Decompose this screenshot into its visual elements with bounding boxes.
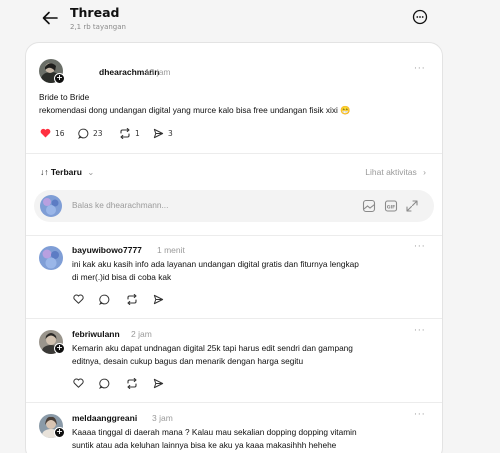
heart-filled-icon — [40, 128, 51, 138]
gif-icon[interactable]: GIF — [384, 199, 398, 213]
divider — [26, 402, 442, 403]
comment-button[interactable] — [99, 294, 110, 305]
repost-icon — [127, 294, 137, 305]
share-count: 3 — [168, 129, 173, 138]
page-title: Thread — [70, 5, 120, 20]
like-count: 16 — [55, 128, 65, 138]
post-time: 13 jam — [145, 67, 171, 77]
reply-placeholder: Balas ke dhearachmann... — [72, 200, 169, 210]
reply-input[interactable]: Balas ke dhearachmann... GIF — [34, 190, 434, 222]
reply-more-icon[interactable]: ··· — [414, 410, 426, 420]
send-icon — [153, 378, 164, 389]
expand-icon[interactable] — [405, 199, 419, 213]
reply-username[interactable]: meldaanggreani — [72, 413, 137, 423]
view-count: 2,1 rb tayangan — [70, 23, 126, 31]
more-options-circle-icon[interactable] — [412, 9, 428, 25]
like-button[interactable]: 16 — [40, 128, 65, 138]
activity-label: Lihat aktivitas — [365, 167, 417, 177]
share-button[interactable]: 3 — [153, 128, 173, 139]
avatar-photo-icon — [40, 195, 62, 217]
svg-text:GIF: GIF — [387, 204, 396, 210]
comment-button[interactable] — [99, 378, 110, 389]
repost-count: 1 — [135, 129, 140, 138]
thread-card: + dhearachmann 13 jam ··· Bride to Bride… — [25, 42, 443, 453]
reply-more-icon[interactable]: ··· — [414, 326, 426, 336]
reply-text-line2: suntik atau ada keluhan lainnya bisa ke … — [72, 440, 337, 450]
divider — [26, 235, 442, 236]
repost-button[interactable] — [126, 378, 138, 389]
reply-more-icon[interactable]: ··· — [414, 242, 426, 252]
divider — [26, 153, 442, 154]
reply-text-line1: Kaaaa tinggal di daerah mana ? Kalau mau… — [72, 427, 357, 437]
repost-button[interactable]: 1 — [119, 128, 140, 139]
back-arrow-icon[interactable] — [40, 8, 60, 28]
top-bar: Thread 2,1 rb tayangan — [0, 0, 500, 40]
reply-username[interactable]: bayuwibowo7777 — [72, 245, 142, 255]
share-button[interactable] — [153, 294, 164, 305]
repost-icon — [120, 128, 130, 139]
repost-icon — [127, 378, 137, 389]
reply-text-line1: Kemarin aku dapat undnagan digital 25k t… — [72, 343, 353, 353]
heart-icon — [73, 378, 84, 388]
reply-time: 1 menit — [157, 245, 185, 255]
reply-text-line2: di mer(.)id bisa di coba kak — [72, 272, 172, 282]
reply-username[interactable]: febriwulann — [72, 329, 120, 339]
comment-bubble-icon — [99, 378, 110, 389]
chevron-right-icon: › — [423, 167, 426, 177]
chevron-down-icon: ⌄ — [87, 167, 95, 177]
sort-dropdown[interactable]: ↓↑ Terbaru ⌄ — [40, 167, 94, 178]
reply-text-line2: editnya, desain cukup bagus dan menarik … — [72, 356, 304, 366]
image-icon[interactable] — [362, 199, 376, 213]
my-avatar — [40, 195, 62, 217]
heart-icon — [73, 294, 84, 304]
follow-plus-icon[interactable]: + — [54, 427, 65, 438]
avatar[interactable] — [39, 246, 63, 270]
follow-plus-icon[interactable]: + — [54, 343, 65, 354]
comment-bubble-icon — [99, 294, 110, 305]
repost-button[interactable] — [126, 294, 138, 305]
comment-count: 23 — [93, 129, 103, 138]
like-button[interactable] — [73, 378, 84, 388]
reply-text-line1: ini kak aku kasih info ada layanan undan… — [72, 259, 359, 269]
reply-time: 3 jam — [152, 413, 173, 423]
sort-icon: ↓↑ — [40, 167, 49, 177]
post-more-icon[interactable]: ··· — [414, 64, 426, 74]
share-button[interactable] — [153, 378, 164, 389]
post-text-line2: rekomendasi dong undangan digital yang m… — [39, 105, 351, 115]
send-icon — [153, 294, 164, 305]
view-activity-link[interactable]: Lihat aktivitas › — [365, 167, 426, 177]
post-text-line1: Bride to Bride — [39, 92, 90, 102]
divider — [26, 318, 442, 319]
reply-time: 2 jam — [131, 329, 152, 339]
comment-button[interactable]: 23 — [78, 128, 103, 139]
sort-label: Terbaru — [50, 167, 82, 177]
send-icon — [153, 128, 164, 139]
follow-plus-icon[interactable]: + — [54, 73, 65, 84]
like-button[interactable] — [73, 294, 84, 304]
avatar-photo-icon — [39, 246, 63, 270]
comment-bubble-icon — [78, 128, 89, 139]
